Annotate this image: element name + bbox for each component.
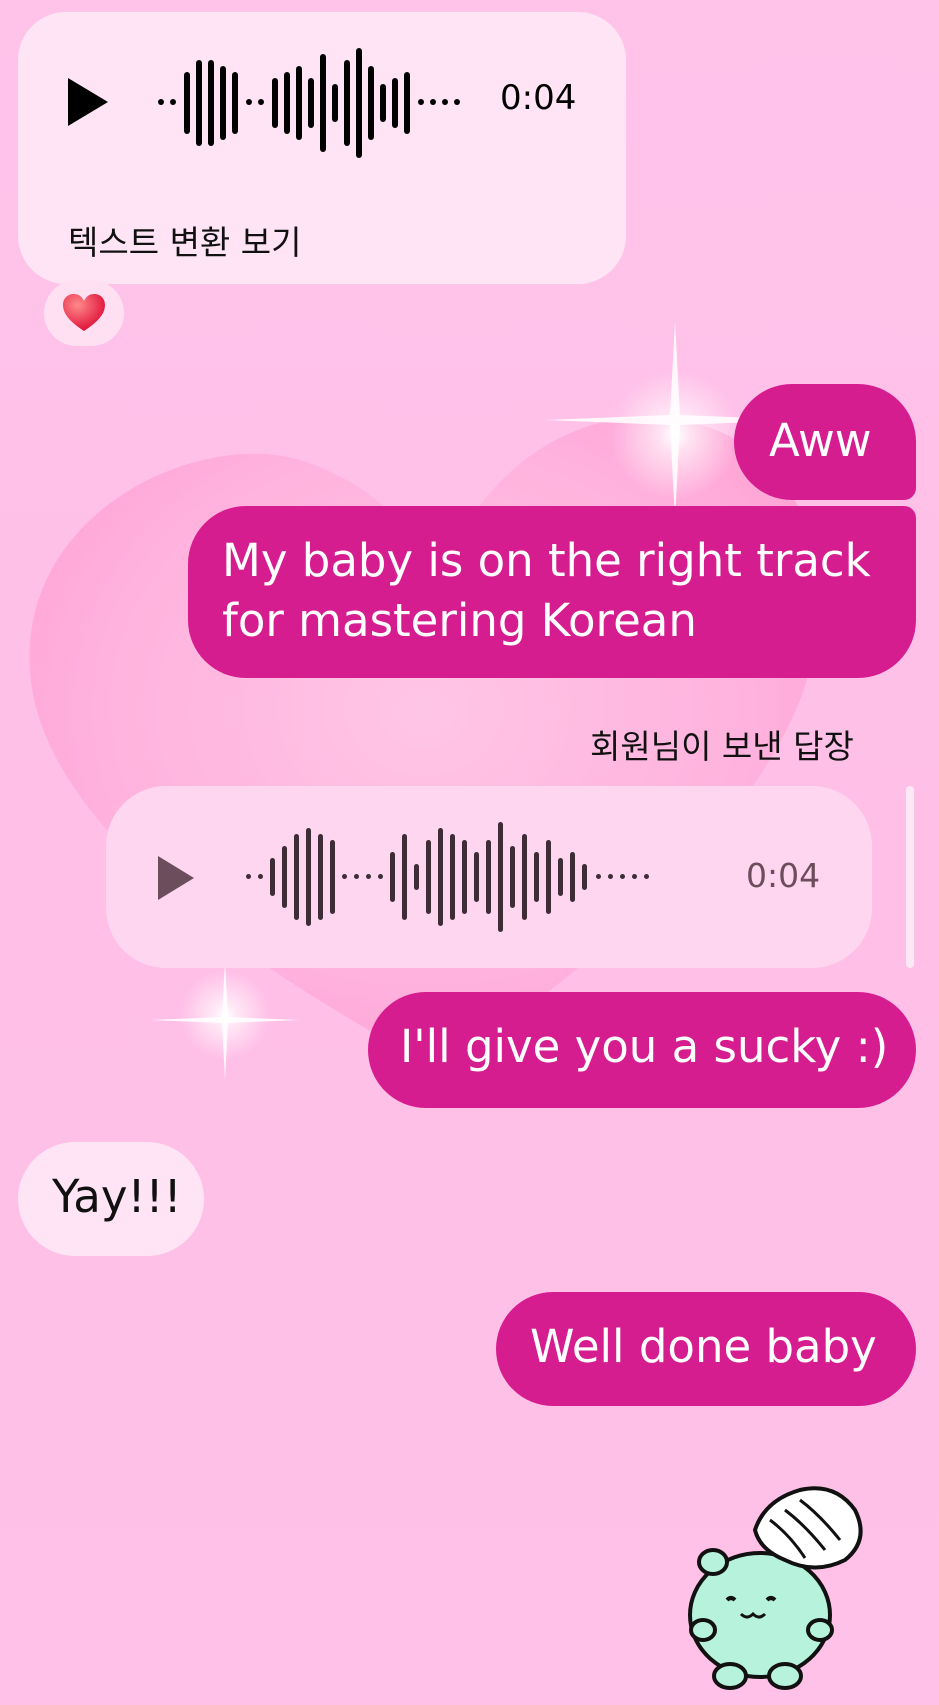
play-icon[interactable] [66, 76, 110, 128]
outgoing-message-bubble[interactable]: Well done baby [496, 1292, 916, 1406]
outgoing-message-bubble[interactable]: My baby is on the right track for master… [188, 506, 916, 678]
voice-duration: 0:04 [500, 78, 577, 118]
heart-emoji-icon [63, 294, 105, 331]
incoming-message-bubble[interactable]: Yay!!! [18, 1142, 204, 1256]
voice-message-bubble[interactable]: 0:04 텍스트 변환 보기 [18, 12, 626, 284]
message-text-line: My baby is on the right track [222, 534, 871, 587]
replied-voice-message-bubble[interactable]: 0:04 [106, 786, 872, 968]
message-text: I'll give you a sucky :) [400, 1020, 889, 1073]
sparkle-icon [150, 960, 300, 1080]
audio-waveform[interactable] [238, 812, 718, 942]
reaction-badge[interactable] [44, 280, 124, 346]
message-text: Yay!!! [52, 1170, 182, 1223]
reply-label: 회원님이 보낸 답장 [590, 727, 854, 766]
outgoing-message-bubble[interactable]: Aww [734, 384, 916, 500]
reply-quote-bar [906, 786, 914, 968]
message-text-line: for mastering Korean [222, 594, 697, 647]
voice-duration: 0:04 [746, 856, 821, 895]
outgoing-message-bubble[interactable]: I'll give you a sucky :) [368, 992, 916, 1108]
message-text: Well done baby [530, 1320, 877, 1373]
message-text: Aww [769, 414, 872, 467]
play-icon[interactable] [156, 854, 196, 902]
audio-waveform[interactable] [150, 38, 500, 168]
hamster-headpat-sticker-icon[interactable] [675, 1480, 875, 1700]
transcribe-link[interactable]: 텍스트 변환 보기 [68, 216, 302, 264]
